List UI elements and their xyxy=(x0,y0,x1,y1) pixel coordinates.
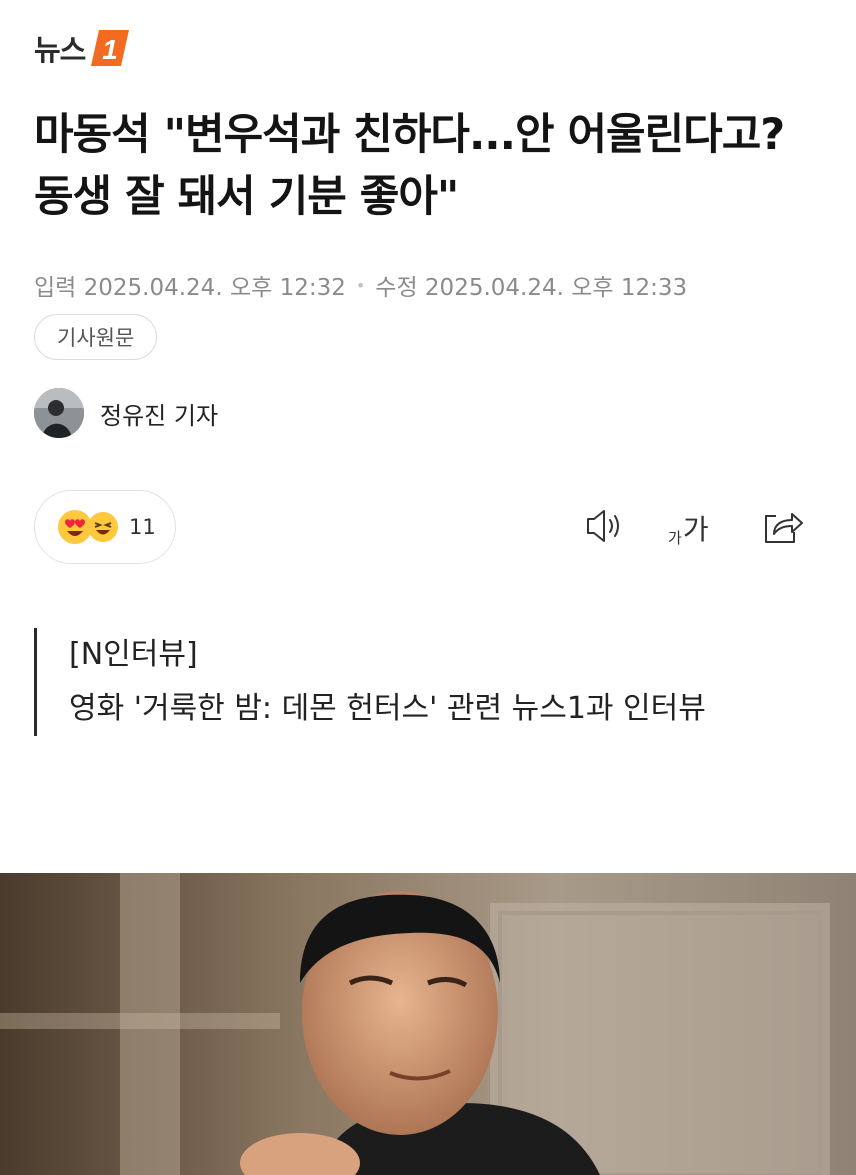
original-article-button[interactable]: 기사원문 xyxy=(34,314,158,360)
news1-logo[interactable]: 뉴스 1 xyxy=(34,26,131,70)
reporter-info[interactable]: 정유진 기자 xyxy=(34,388,218,438)
article-page: 뉴스 1 마동석 "변우석과 친하다...안 어울린다고? 동생 잘 돼서 기분… xyxy=(0,0,856,1175)
article-photo-image xyxy=(0,873,856,1175)
logo-mark-icon: 1 xyxy=(91,30,130,66)
speaker-icon xyxy=(587,510,619,542)
summary-line: 영화 '거룩한 밤: 데몬 헌터스' 관련 뉴스1과 인터뷰 xyxy=(69,691,706,726)
font-small-label: 가 xyxy=(668,529,682,547)
article-photo[interactable] xyxy=(0,873,856,1175)
article-dates: 입력 2025.04.24. 오후 12:32 • 수정 2025.04.24.… xyxy=(34,268,687,302)
logo-text: 뉴스 xyxy=(34,33,86,67)
summary-line: [N인터뷰] xyxy=(69,637,198,672)
reaction-button[interactable]: 11 xyxy=(34,490,176,564)
font-size-button[interactable]: 가 가 xyxy=(668,508,709,548)
share-button[interactable] xyxy=(762,506,804,550)
date-separator: • xyxy=(355,275,366,295)
reporter-name: 정유진 기자 xyxy=(100,401,219,430)
svg-text:1: 1 xyxy=(103,34,119,65)
updated-date: 수정 2025.04.24. 오후 12:33 xyxy=(375,275,688,301)
reporter-avatar xyxy=(34,388,84,438)
avatar-photo xyxy=(34,388,84,438)
published-date: 입력 2025.04.24. 오후 12:32 xyxy=(34,275,346,301)
listen-button[interactable] xyxy=(584,506,626,550)
reaction-count: 11 xyxy=(129,515,156,539)
share-icon xyxy=(765,513,803,543)
article-headline: 마동석 "변우석과 친하다...안 어울린다고? 동생 잘 돼서 기분 좋아" xyxy=(34,110,785,222)
font-big-label: 가 xyxy=(682,513,709,546)
laughing-emoji-icon xyxy=(88,512,118,542)
article-summary: [N인터뷰] 영화 '거룩한 밤: 데몬 헌터스' 관련 뉴스1과 인터뷰 xyxy=(34,628,794,736)
